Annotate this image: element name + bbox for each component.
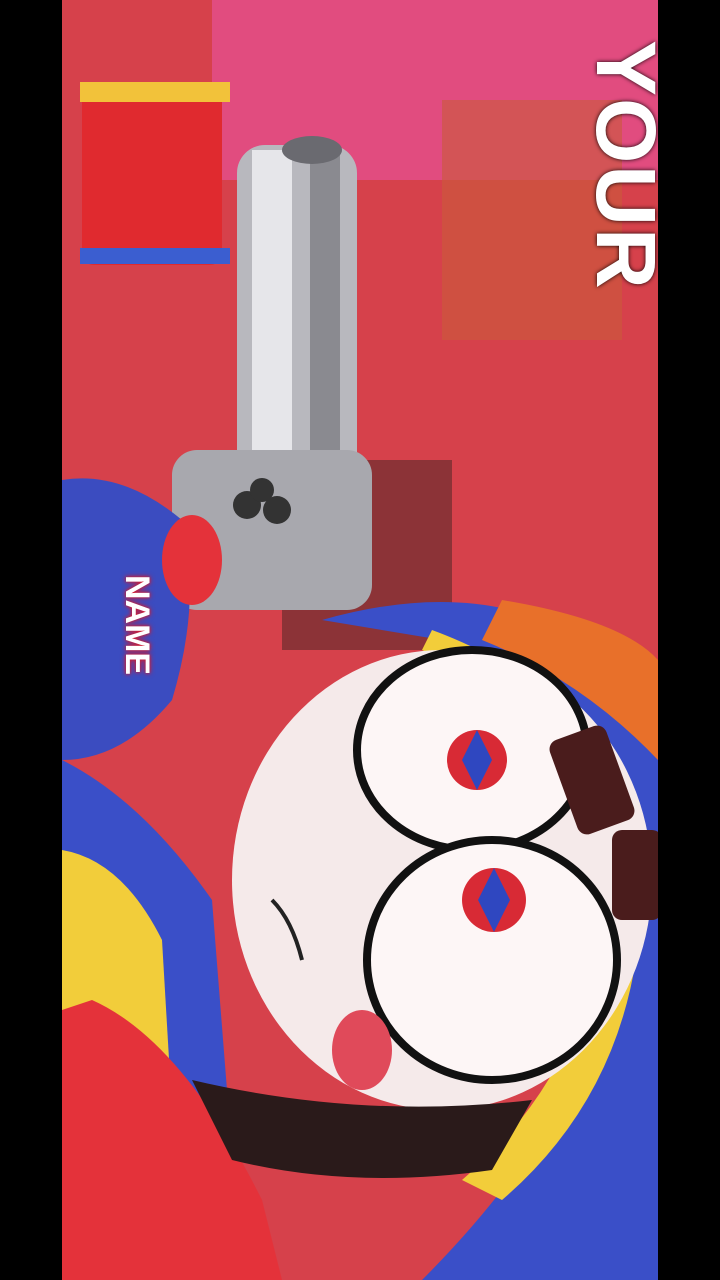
red-cushion [82,85,222,265]
overlay-word-name: NAME [118,575,156,676]
overlay-word-your: YOUR [579,40,658,291]
left-letterbox [0,0,62,1280]
right-letterbox [658,0,720,1280]
video-frame: YOUR NAME [62,0,658,1280]
